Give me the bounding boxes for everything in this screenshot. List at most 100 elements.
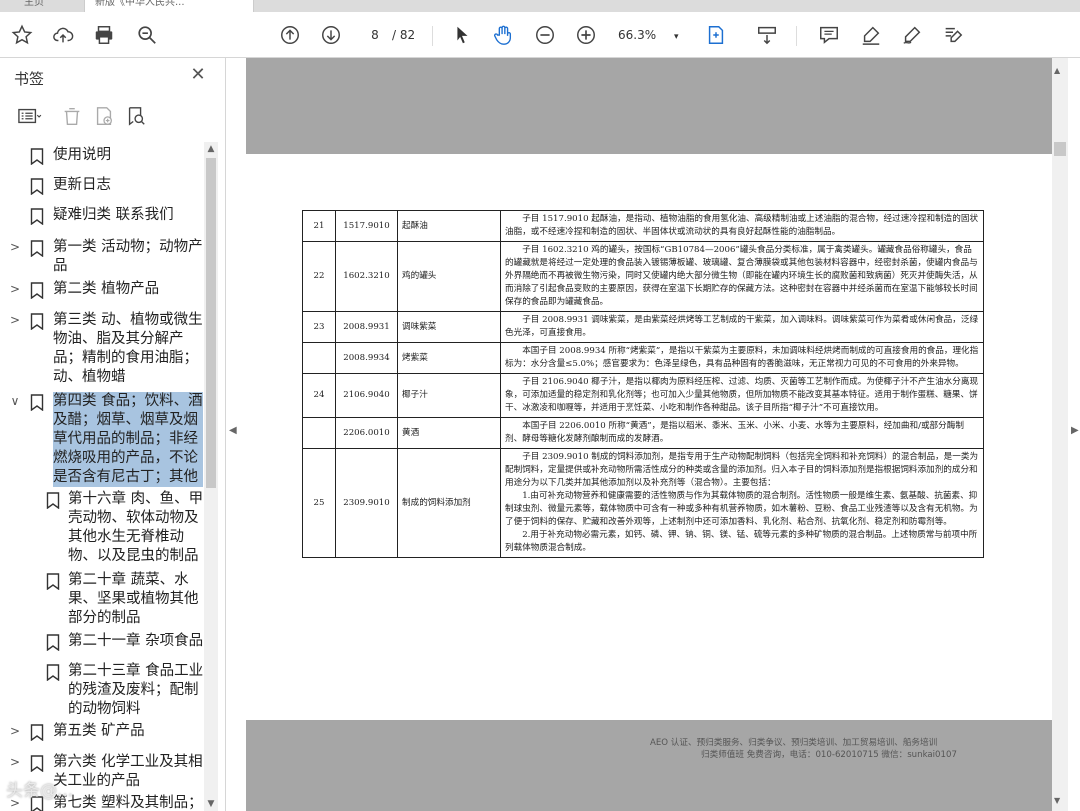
tab-home[interactable]: 主页	[14, 0, 84, 12]
product-name: 鸡的罐头	[397, 241, 501, 312]
bookmark-label: 更新日志	[53, 177, 111, 193]
sidebar-scrollbar[interactable]: ▲ ▼	[204, 142, 218, 811]
delete-icon[interactable]	[61, 104, 83, 128]
bookmark-star-icon[interactable]	[9, 22, 35, 48]
bookmark-icon	[30, 282, 44, 299]
tariff-code: 2008.9934	[335, 342, 398, 374]
bookmark-icon	[30, 240, 44, 257]
panel-title: 书签	[14, 70, 45, 88]
product-name-text: 椰子汁	[402, 390, 428, 400]
upload-cloud-icon[interactable]	[50, 22, 76, 48]
viewer-scroll-up-icon[interactable]: ▲	[1054, 66, 1060, 75]
scroll-down-icon[interactable]: ▼	[204, 797, 218, 811]
chevron-right-icon[interactable]: >	[8, 280, 22, 299]
options-menu-icon[interactable]	[13, 104, 45, 128]
zoom-search-icon[interactable]	[134, 22, 160, 48]
bookmark-icon	[46, 664, 60, 681]
tariff-code-text: 1517.9010	[343, 220, 390, 231]
description-paragraph: 2.用于补充动物必需元素，如钙、磷、钾、钠、铜、镁、锰、硫等元素的多种矿物质的混…	[505, 530, 978, 553]
chevron-right-icon[interactable]: >	[8, 722, 22, 741]
hand-tool-icon[interactable]	[490, 22, 516, 48]
row-number: 25	[302, 448, 336, 558]
tab-bar: 主页 新版《中华人民共...	[0, 0, 1080, 12]
find-bookmark-icon[interactable]	[125, 104, 147, 128]
row-number: 23	[302, 311, 336, 343]
row-number-text: 21	[313, 220, 325, 231]
select-cursor-icon[interactable]	[449, 22, 475, 48]
bookmark-label: 第三类 动、植物或微生物油、脂及其分解产品；精制的食用油脂；动、植物蜡	[53, 312, 203, 385]
next-page-icon[interactable]	[318, 22, 344, 48]
tariff-code-text: 1602.3210	[343, 271, 390, 281]
bookmark-icon	[30, 755, 44, 772]
row-number: 24	[302, 373, 336, 418]
pdf-page: 21 1517.9010 起酥油 子目 1517.9010 起酥油，是指动、植物油脂的…	[246, 154, 1052, 760]
bookmark-label: 使用说明	[53, 147, 111, 163]
zoom-out-icon[interactable]	[532, 22, 558, 48]
bookmark-label: 第十六章 肉、鱼、甲壳动物、软体动物及其他水生无脊椎动物、以及昆虫的制品	[68, 491, 204, 564]
product-name: 制成的饲料添加剂	[397, 448, 501, 558]
viewer-scroll-down-icon[interactable]: ▼	[1054, 796, 1060, 805]
description: 子目 1517.9010 起酥油，是指动、植物油脂的食用氢化油、高级精制油或上述…	[500, 210, 984, 242]
zoom-level-select[interactable]: 66.3% ▾	[618, 25, 688, 45]
watermark-text: 头条@...	[6, 781, 74, 801]
highlight-pen-icon[interactable]	[858, 22, 884, 48]
close-icon[interactable]: ✕	[188, 65, 208, 85]
product-name-text: 起酥油	[402, 220, 428, 231]
description-text: 本国子目 2206.0010 所称“黄酒”，是指以稻米、黍米、玉米、小米、小麦、…	[505, 421, 964, 444]
chevron-right-icon[interactable]: >	[8, 753, 22, 772]
scrollbar-thumb[interactable]	[206, 158, 216, 488]
bookmarks-panel: 书签 ✕ 使用说明 更新日志 疑难归类 联系我们 > 第一类 活动物；动物产品 > 第二类 …	[0, 58, 226, 811]
viewer-scrollbar-thumb[interactable]	[1054, 142, 1066, 156]
bookmark-label: 第二十三章 食品工业的残渣及废料；配制的动物饲料	[68, 663, 204, 717]
chevron-down-icon: ▾	[673, 32, 679, 42]
row-number	[302, 417, 336, 449]
collapse-panel-icon[interactable]: ◀	[229, 425, 237, 436]
page-number-input[interactable]: 8	[360, 25, 390, 45]
draw-signature-icon[interactable]	[899, 22, 925, 48]
product-name-text: 黄酒	[402, 427, 420, 438]
table-row: 21 1517.9010 起酥油 子目 1517.9010 起酥油，是指动、植物油脂的…	[302, 210, 984, 242]
add-bookmark-icon[interactable]	[93, 104, 115, 128]
document-viewer[interactable]: 21 1517.9010 起酥油 子目 1517.9010 起酥油，是指动、植物油脂的…	[246, 58, 1052, 811]
bookmark-icon	[46, 634, 60, 651]
bookmark-label: 第六类 化学工业及其相关工业的产品	[53, 754, 203, 789]
fit-page-icon[interactable]	[703, 22, 729, 48]
description-text: 子目 1602.3210 鸡的罐头，按国标“GB10784—2006”罐头食品分…	[505, 245, 978, 307]
zoom-in-icon[interactable]	[573, 22, 599, 48]
bookmark-icon	[46, 573, 60, 590]
viewer-scrollbar[interactable]: ▲ ▼	[1052, 58, 1068, 811]
chevron-right-icon[interactable]: >	[8, 238, 22, 257]
tab-document[interactable]: 新版《中华人民共...	[84, 0, 254, 12]
page-footer-line2: 归类师值班 免费咨询，电话：010-62010715 微信：sunkai0107	[701, 750, 957, 760]
chevron-right-icon[interactable]: >	[8, 311, 22, 330]
product-name-text: 调味紫菜	[402, 321, 437, 332]
product-name-text: 烤紫菜	[402, 352, 428, 363]
prev-page-icon[interactable]	[277, 22, 303, 48]
expand-panel-icon[interactable]: ▶	[1071, 425, 1079, 436]
page-footer-line1: AEO 认证、预归类服务、归类争议、预归类培训、加工贸易培训、船务培训	[650, 738, 938, 748]
bookmark-label: 第四类 食品；饮料、酒及醋；烟草、烟草及烟草代用品的制品；非经燃烧吸用的产品，不…	[53, 392, 203, 487]
bookmark-icon	[30, 148, 44, 165]
description-text: 子目 1517.9010 起酥油，是指动、植物油脂的食用氢化油、高级精制油或上述…	[505, 214, 979, 237]
description-paragraph: 1.由可补充动物营养和健康需要的活性物质与作为其载体物质的混合制剂。活性物质一般…	[505, 491, 978, 527]
row-number-text: 24	[313, 390, 325, 400]
scroll-mode-icon[interactable]	[754, 22, 780, 48]
bookmark-icon	[30, 394, 44, 411]
row-number-text: 23	[313, 321, 325, 332]
tariff-code-text: 2206.0010	[343, 427, 390, 438]
tariff-code: 2008.9931	[335, 311, 398, 343]
tariff-code-text: 2008.9934	[343, 352, 390, 363]
print-icon[interactable]	[91, 22, 117, 48]
bookmark-label: 第一类 活动物；动物产品	[53, 239, 203, 274]
table-row: 2008.9934 烤紫菜 本国子目 2008.9934 所称“烤紫菜”，是指以干紫…	[302, 342, 984, 374]
comment-icon[interactable]	[816, 22, 842, 48]
page-total: / 82	[392, 28, 416, 42]
description: 本国子目 2008.9934 所称“烤紫菜”，是指以干紫菜为主要原料，未加调味料…	[500, 342, 984, 374]
watermark: 头条@...	[6, 776, 73, 801]
tariff-code-text: 2008.9931	[343, 321, 390, 332]
bookmark-icon	[30, 313, 44, 330]
product-name: 调味紫菜	[397, 311, 501, 343]
fill-sign-icon[interactable]	[940, 22, 966, 48]
scroll-up-icon[interactable]: ▲	[204, 142, 218, 156]
chevron-down-icon[interactable]: ∨	[8, 392, 22, 411]
